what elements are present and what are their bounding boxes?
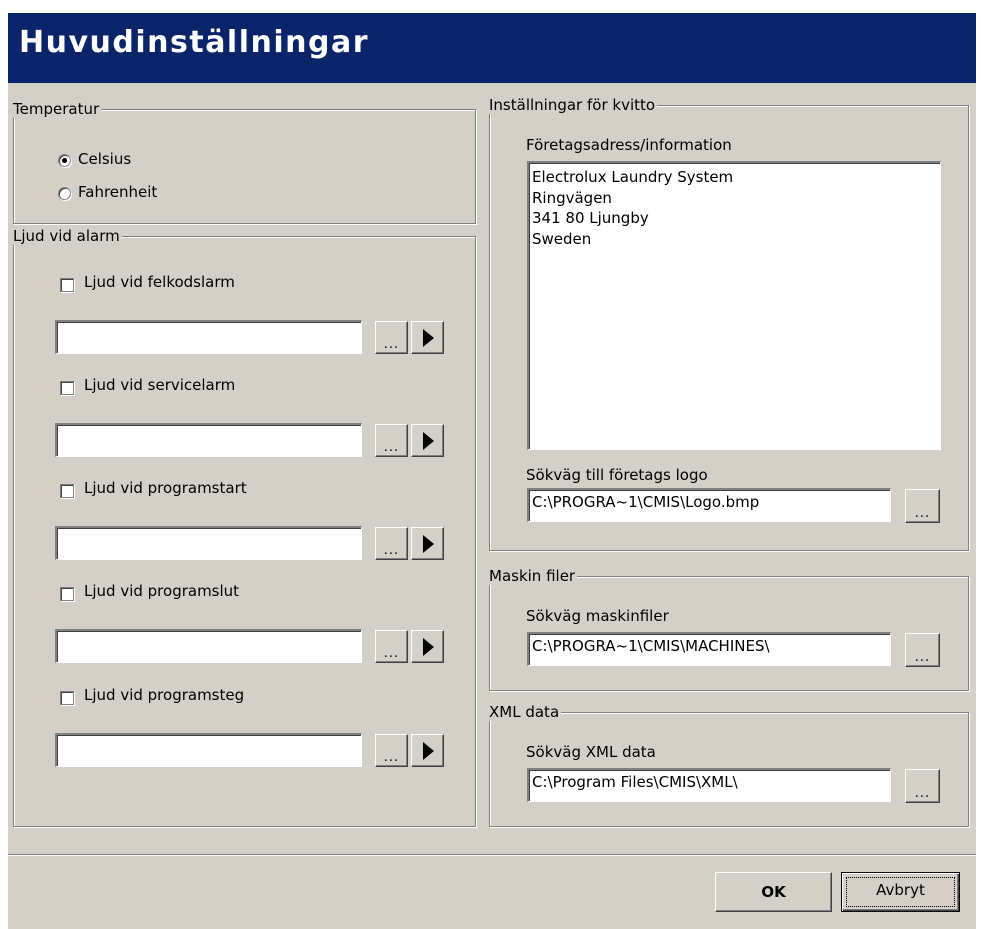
machine-files-group: Maskin filer Sökväg maskinfiler C:\PROGR… [489,567,969,691]
error-alarm-sound-path[interactable] [55,320,362,354]
xml-data-group: XML data Sökväg XML data C:\Program File… [489,703,969,827]
ok-button[interactable]: OK [715,872,832,912]
machine-files-path-field[interactable]: C:\PROGRA~1\CMIS\MACHINES\ [527,632,891,666]
service-alarm-browse-button[interactable]: ... [375,424,408,457]
machine-files-browse-button[interactable]: ... [905,633,940,667]
logo-path-field[interactable]: C:\PROGRA~1\CMIS\Logo.bmp [527,488,891,522]
alarm-sound-group: Ljud vid alarm Ljud vid felkodslarm ... … [13,227,476,827]
machine-files-path-label: Sökväg maskinfiler [526,607,669,625]
service-alarm-play-button[interactable] [411,424,444,457]
cancel-button[interactable]: Avbryt [841,872,960,912]
temperature-group-label: Temperatur [13,100,102,118]
checkbox-program-end-label[interactable]: Ljud vid programslut [84,582,239,600]
company-address-label: Företagsadress/information [526,136,732,154]
radio-fahrenheit[interactable] [58,187,71,200]
company-address-textarea[interactable]: Electrolux Laundry System Ringvägen 341 … [527,161,941,450]
checkbox-program-end[interactable] [60,587,74,601]
play-icon [423,329,434,347]
error-alarm-browse-button[interactable]: ... [375,321,408,354]
logo-path-label: Sökväg till företags logo [526,466,708,484]
checkbox-program-start[interactable] [60,484,74,498]
xml-data-browse-button[interactable]: ... [905,769,940,803]
radio-fahrenheit-label[interactable]: Fahrenheit [78,183,157,201]
receipt-settings-group: Inställningar för kvitto Företagsadress/… [489,96,969,551]
settings-window: Huvudinställningar Temperatur Celsius Fa… [7,13,976,929]
program-end-browse-button[interactable]: ... [375,630,408,663]
play-icon [423,535,434,553]
program-start-sound-path[interactable] [55,526,362,560]
company-address-text: Electrolux Laundry System Ringvägen 341 … [532,168,734,248]
checkbox-error-alarm-label[interactable]: Ljud vid felkodslarm [84,273,235,291]
checkbox-service-alarm[interactable] [60,381,74,395]
radio-celsius[interactable] [58,154,71,167]
xml-data-path-label: Sökväg XML data [526,743,656,761]
checkbox-program-step-label[interactable]: Ljud vid programsteg [84,686,244,704]
play-icon [423,638,434,656]
checkbox-error-alarm[interactable] [60,278,74,292]
program-start-browse-button[interactable]: ... [375,527,408,560]
program-step-sound-path[interactable] [55,733,362,767]
checkbox-program-start-label[interactable]: Ljud vid programstart [84,479,247,497]
program-end-play-button[interactable] [411,630,444,663]
program-start-play-button[interactable] [411,527,444,560]
checkbox-service-alarm-label[interactable]: Ljud vid servicelarm [84,376,235,394]
temperature-group: Temperatur Celsius Fahrenheit [13,100,476,224]
machine-files-group-label: Maskin filer [489,567,578,585]
play-icon [423,742,434,760]
service-alarm-sound-path[interactable] [55,423,362,457]
program-end-sound-path[interactable] [55,629,362,663]
checkbox-program-step[interactable] [60,691,74,705]
logo-browse-button[interactable]: ... [905,489,940,523]
title-bar: Huvudinställningar [8,13,976,83]
program-step-play-button[interactable] [411,734,444,767]
alarm-sound-group-label: Ljud vid alarm [13,227,122,245]
focus-rectangle [846,877,955,907]
radio-selected-dot [62,158,67,163]
program-step-browse-button[interactable]: ... [375,734,408,767]
receipt-settings-group-label: Inställningar för kvitto [489,96,658,114]
xml-data-path-field[interactable]: C:\Program Files\CMIS\XML\ [527,768,891,802]
play-icon [423,432,434,450]
error-alarm-play-button[interactable] [411,321,444,354]
window-title: Huvudinställningar [19,25,370,60]
xml-data-group-label: XML data [489,703,562,721]
radio-celsius-label[interactable]: Celsius [78,150,131,168]
